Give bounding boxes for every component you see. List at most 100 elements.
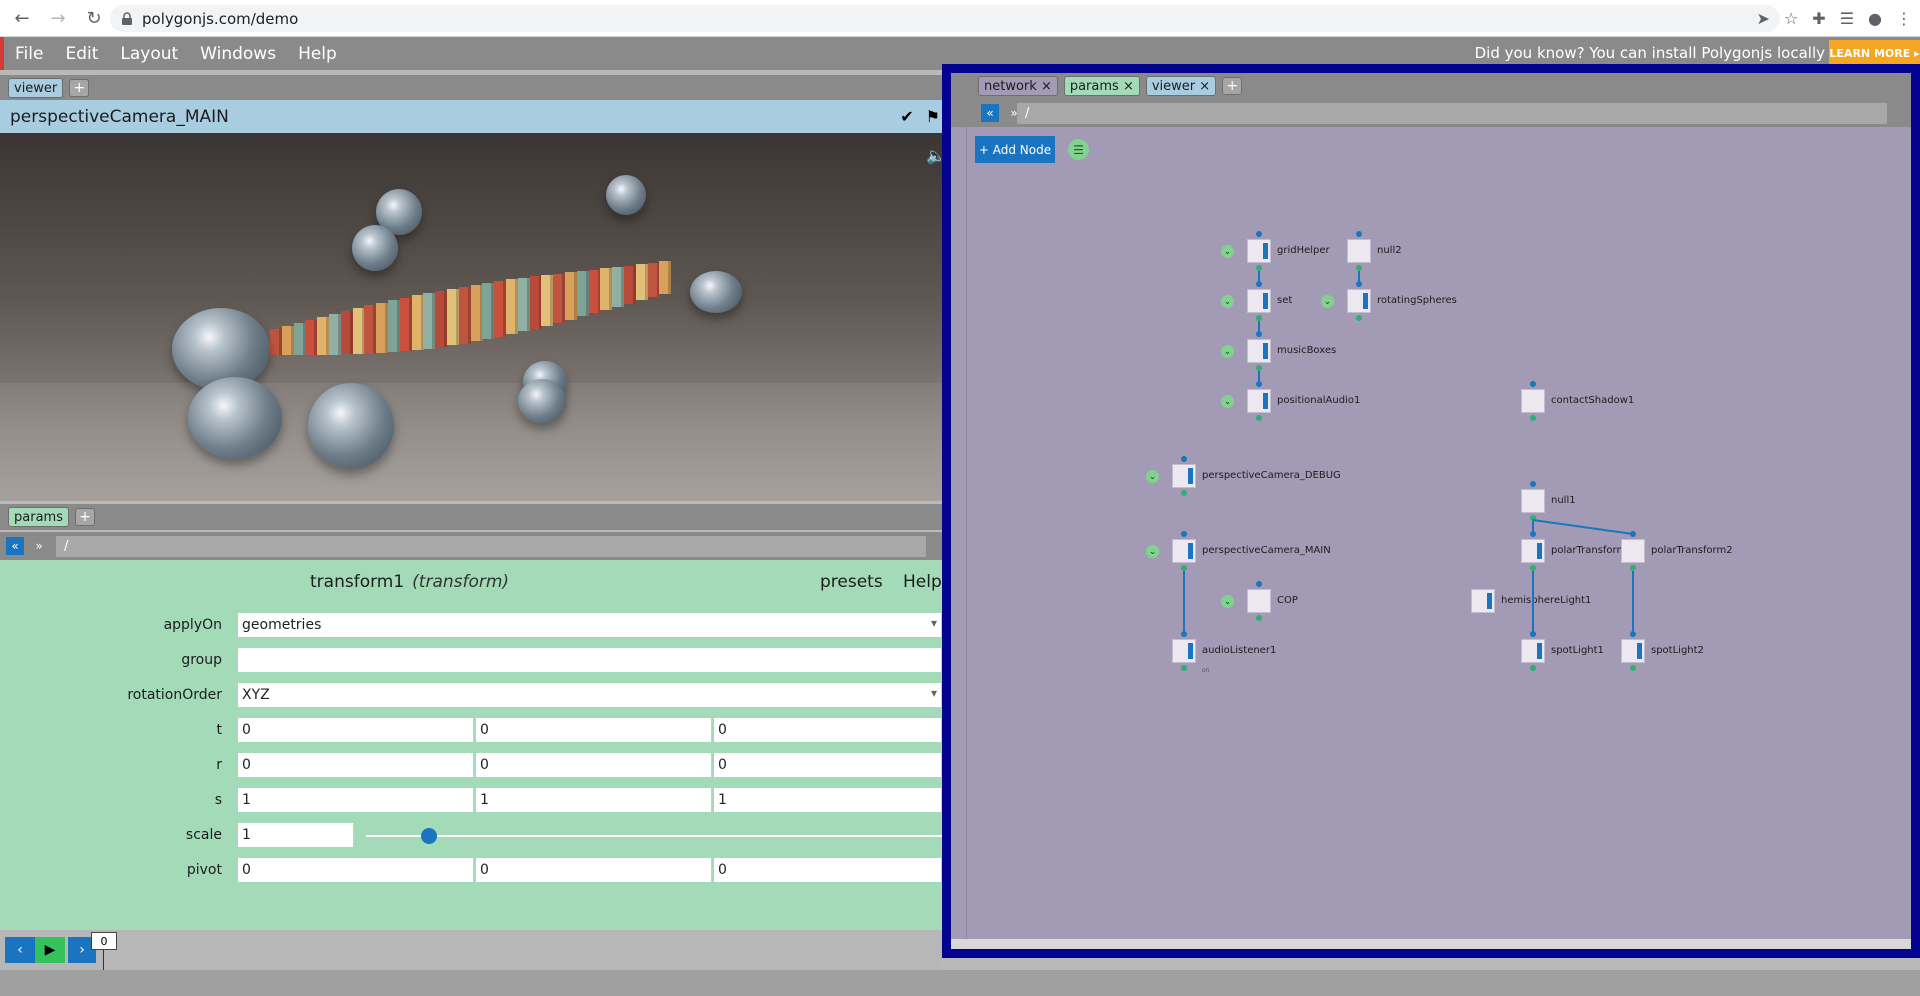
input-connector[interactable] xyxy=(1256,331,1262,337)
graph-node-hemisphereLight1[interactable] xyxy=(1471,589,1495,613)
input-connector[interactable] xyxy=(1356,281,1362,287)
input-connector[interactable] xyxy=(1181,631,1187,637)
graph-node-audioListener1[interactable] xyxy=(1172,639,1196,663)
nav-back-icon[interactable]: « xyxy=(6,537,24,555)
tab-params[interactable]: params × xyxy=(1063,76,1140,96)
t-z-input[interactable]: 0 xyxy=(714,718,942,742)
group-input[interactable] xyxy=(238,648,942,672)
nav-forward-icon[interactable]: » xyxy=(30,537,48,555)
star-icon[interactable]: ☆ xyxy=(1784,9,1798,28)
reload-icon[interactable]: ↻ xyxy=(80,4,108,32)
flag-icon[interactable]: ⚑ xyxy=(926,107,940,126)
add-tab-button[interactable]: + xyxy=(1222,77,1243,95)
rotationorder-select[interactable]: XYZ xyxy=(238,683,942,707)
send-icon[interactable]: ➤ xyxy=(1757,9,1770,28)
prev-frame-button[interactable]: ‹ xyxy=(5,937,35,963)
graph-node-musicBoxes[interactable] xyxy=(1247,339,1271,363)
graph-node-COP[interactable] xyxy=(1247,589,1271,613)
close-icon[interactable]: × xyxy=(1123,79,1134,94)
graph-node-null1[interactable] xyxy=(1521,489,1545,513)
profile-icon[interactable]: ● xyxy=(1868,9,1882,28)
graph-node-rotatingSpheres[interactable] xyxy=(1347,289,1371,313)
output-connector[interactable] xyxy=(1530,665,1536,671)
extensions-icon[interactable]: ✚ xyxy=(1812,9,1825,28)
input-connector[interactable] xyxy=(1530,381,1536,387)
check-icon[interactable]: ✔ xyxy=(900,107,913,126)
t-x-input[interactable]: 0 xyxy=(238,718,474,742)
output-connector[interactable] xyxy=(1181,490,1187,496)
tab-viewer[interactable]: viewer × xyxy=(1145,76,1217,96)
tab-params[interactable]: params xyxy=(8,507,69,527)
graph-node-positionalAudio1[interactable] xyxy=(1247,389,1271,413)
graph-node-contactShadow1[interactable] xyxy=(1521,389,1545,413)
graph-node-polarTransform1[interactable] xyxy=(1521,539,1545,563)
network-path-input[interactable]: / xyxy=(1017,103,1887,124)
display-flag-icon[interactable]: ⌄ xyxy=(1221,345,1234,358)
tab-network[interactable]: network × xyxy=(978,76,1058,96)
menu-file[interactable]: File xyxy=(4,44,54,64)
display-flag-icon[interactable]: ⌄ xyxy=(1221,395,1234,408)
graph-node-null2[interactable] xyxy=(1347,239,1371,263)
display-flag-icon[interactable]: ⌄ xyxy=(1221,595,1234,608)
s-z-input[interactable]: 1 xyxy=(714,788,942,812)
graph-node-polarTransform2[interactable] xyxy=(1621,539,1645,563)
pivot-y-input[interactable]: 0 xyxy=(476,858,712,882)
output-connector[interactable] xyxy=(1256,415,1262,421)
input-connector[interactable] xyxy=(1530,531,1536,537)
display-flag-icon[interactable]: ⌄ xyxy=(1221,295,1234,308)
display-flag-icon[interactable]: ⌄ xyxy=(1321,295,1334,308)
list-icon[interactable]: ☰ xyxy=(1068,139,1089,160)
close-icon[interactable]: × xyxy=(1041,79,1052,94)
t-y-input[interactable]: 0 xyxy=(476,718,712,742)
input-connector[interactable] xyxy=(1256,381,1262,387)
output-connector[interactable] xyxy=(1530,415,1536,421)
input-connector[interactable] xyxy=(1181,456,1187,462)
kebab-menu-icon[interactable]: ⋮ xyxy=(1896,9,1912,28)
3d-viewport[interactable] xyxy=(0,133,942,501)
current-frame[interactable]: 0 xyxy=(91,932,117,950)
display-flag-icon[interactable]: ⌄ xyxy=(1146,545,1159,558)
r-x-input[interactable]: 0 xyxy=(238,753,474,777)
back-icon[interactable]: ← xyxy=(8,4,36,32)
input-connector[interactable] xyxy=(1630,631,1636,637)
scale-input[interactable]: 1 xyxy=(238,823,354,847)
add-tab-button[interactable]: + xyxy=(69,79,90,97)
help-button[interactable]: Help xyxy=(903,572,942,592)
tab-viewer[interactable]: viewer xyxy=(8,78,64,98)
input-connector[interactable] xyxy=(1256,231,1262,237)
graph-node-spotLight2[interactable] xyxy=(1621,639,1645,663)
forward-icon[interactable]: → xyxy=(44,4,72,32)
output-connector[interactable] xyxy=(1181,665,1187,671)
graph-node-set[interactable] xyxy=(1247,289,1271,313)
menu-layout[interactable]: Layout xyxy=(109,44,189,64)
input-connector[interactable] xyxy=(1256,281,1262,287)
add-node-button[interactable]: + Add Node xyxy=(975,136,1055,163)
r-y-input[interactable]: 0 xyxy=(476,753,712,777)
pivot-z-input[interactable]: 0 xyxy=(714,858,942,882)
s-y-input[interactable]: 1 xyxy=(476,788,712,812)
input-connector[interactable] xyxy=(1181,531,1187,537)
play-button[interactable]: ▶ xyxy=(35,937,65,963)
graph-node-perspectiveCamera_MAIN[interactable] xyxy=(1172,539,1196,563)
learn-more-button[interactable]: LEARN MORE ▸ xyxy=(1829,40,1920,66)
s-x-input[interactable]: 1 xyxy=(238,788,474,812)
graph-node-spotLight1[interactable] xyxy=(1521,639,1545,663)
output-connector[interactable] xyxy=(1256,615,1262,621)
input-connector[interactable] xyxy=(1256,581,1262,587)
pivot-x-input[interactable]: 0 xyxy=(238,858,474,882)
add-tab-button[interactable]: + xyxy=(74,508,95,526)
scale-slider-track[interactable] xyxy=(366,835,942,837)
scale-slider-thumb[interactable] xyxy=(421,828,437,844)
display-flag-icon[interactable]: ⌄ xyxy=(1221,245,1234,258)
output-connector[interactable] xyxy=(1356,315,1362,321)
display-flag-icon[interactable]: ⌄ xyxy=(1146,470,1159,483)
input-connector[interactable] xyxy=(1356,231,1362,237)
graph-node-perspectiveCamera_DEBUG[interactable] xyxy=(1172,464,1196,488)
menu-windows[interactable]: Windows xyxy=(189,44,287,64)
menu-edit[interactable]: Edit xyxy=(54,44,109,64)
input-connector[interactable] xyxy=(1530,631,1536,637)
input-connector[interactable] xyxy=(1530,481,1536,487)
close-icon[interactable]: × xyxy=(1199,79,1210,94)
presets-button[interactable]: presets xyxy=(820,572,883,592)
address-bar[interactable]: polygonjs.com/demo xyxy=(110,5,1780,32)
